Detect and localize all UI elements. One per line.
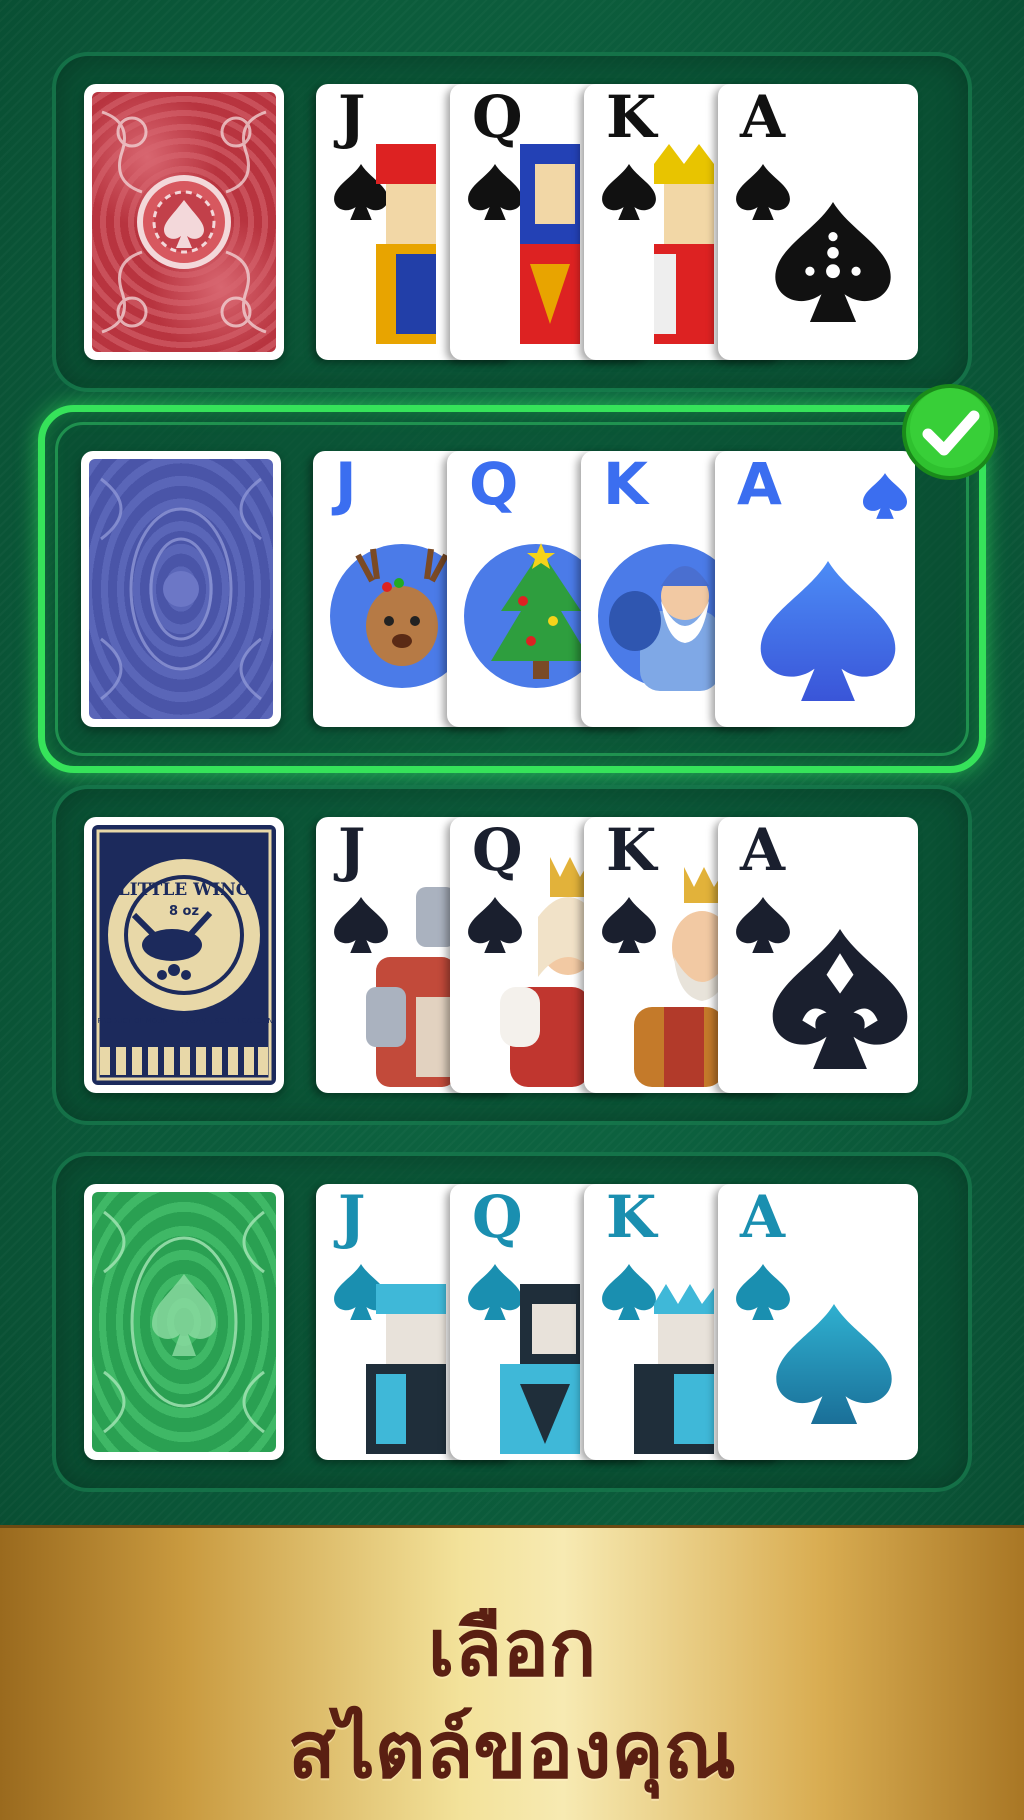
christmas-tree-art [464, 543, 591, 688]
check-circle-icon [902, 384, 998, 480]
king-face-art [654, 144, 714, 344]
queen-face-art [520, 144, 580, 344]
back-ring-text: A PRODUCT OF MOUNT PLEASANT, SOUTH CAROL… [92, 1017, 276, 1025]
card-ace: A [718, 817, 918, 1093]
card-style-option-christmas[interactable]: J Q K A [38, 405, 986, 773]
spade-icon [776, 1304, 892, 1424]
banner-subtitle: สไตล์ของคุณ [287, 1706, 737, 1796]
card-rank: A [737, 451, 782, 518]
card-rank: Q [472, 84, 523, 151]
spade-icon [760, 561, 896, 701]
spade-icon [775, 202, 891, 322]
card-back-green [84, 1184, 284, 1460]
spade-icon [772, 929, 908, 1069]
card-rank: J [338, 817, 366, 884]
king-teal-art [634, 1284, 714, 1454]
card-style-option-little-wing[interactable]: LITTLE WING 8 oz A PRODUCT OF MOUNT PLEA… [52, 785, 972, 1125]
card-rank: Q [469, 451, 519, 518]
jack-teal-art [366, 1284, 446, 1454]
card-rank: K [603, 451, 648, 518]
card-rank: K [606, 1184, 657, 1251]
card-rank: J [335, 451, 357, 518]
card-back-red [84, 84, 284, 360]
card-rank: A [740, 1184, 786, 1251]
spade-icon [602, 164, 656, 220]
card-rank: K [606, 84, 657, 151]
reindeer-art [330, 544, 457, 688]
card-ace: A [715, 451, 915, 727]
spade-icon [468, 164, 522, 220]
king-art [634, 867, 724, 1087]
back-title: LITTLE WING [118, 880, 251, 900]
card-rank: A [740, 84, 786, 151]
card-ace: A [718, 84, 918, 360]
jack-face-art [376, 144, 436, 344]
card-ace: A [718, 1184, 918, 1460]
knight-art [366, 887, 456, 1087]
card-back-blue [81, 451, 281, 727]
card-rank: J [338, 84, 366, 151]
card-rank: A [740, 817, 786, 884]
promo-banner: เลือก สไตล์ของคุณ [0, 1525, 1024, 1820]
card-style-option-teal[interactable]: J Q K A [52, 1152, 972, 1492]
queen-teal-art [500, 1284, 580, 1454]
santa-art [598, 544, 725, 691]
card-style-option-classic[interactable]: J Q K A [52, 52, 972, 392]
card-rank: Q [472, 1184, 523, 1251]
queen-art [500, 857, 590, 1087]
back-subtitle: 8 oz [169, 904, 199, 919]
card-back-little-wing: LITTLE WING 8 oz A PRODUCT OF MOUNT PLEA… [84, 817, 284, 1093]
card-rank: J [338, 1184, 366, 1251]
